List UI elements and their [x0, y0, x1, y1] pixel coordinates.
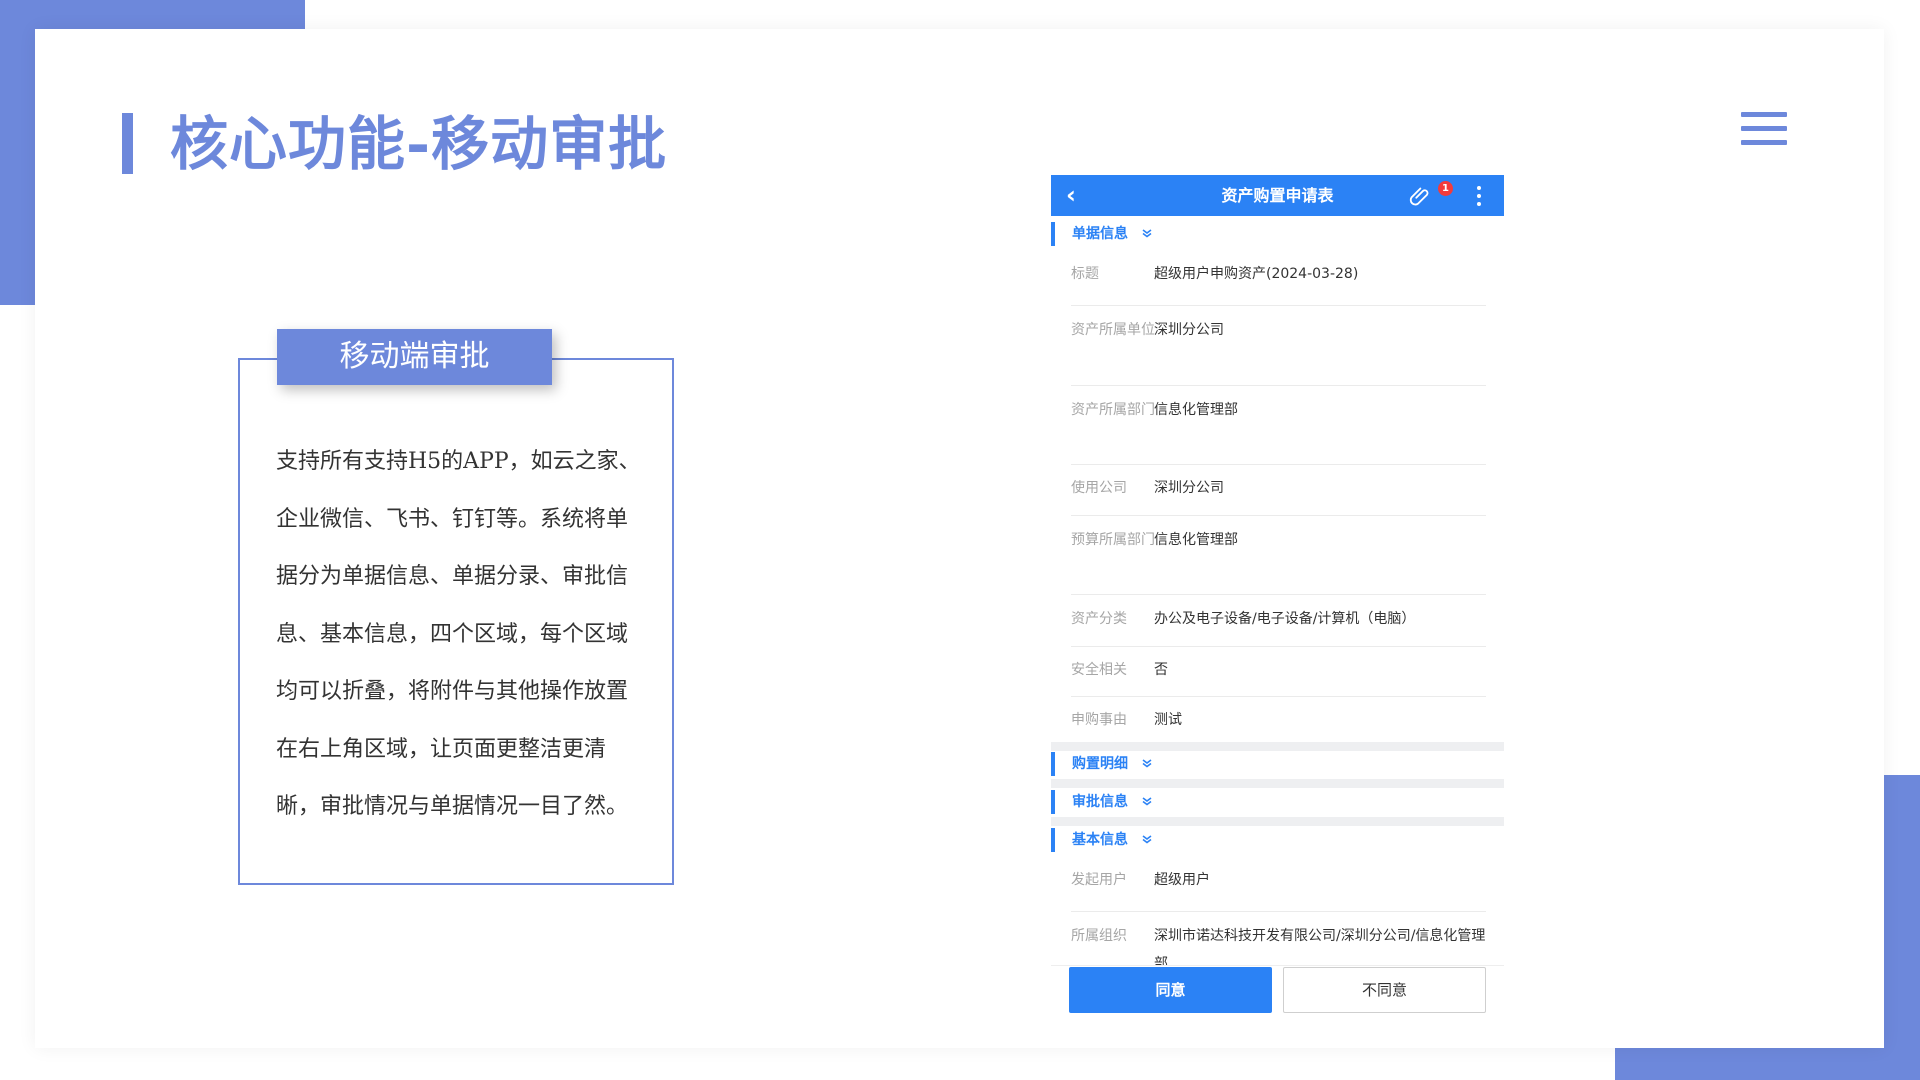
field-label: 资产所属单位 [1071, 322, 1155, 338]
field-value: 信息化管理部 [1154, 532, 1238, 548]
section-approval-info[interactable]: 审批信息 [1051, 789, 1504, 815]
section-doc-info[interactable]: 单据信息 [1051, 221, 1504, 247]
section-purchase-detail[interactable]: 购置明细 [1051, 751, 1504, 777]
disagree-button[interactable]: 不同意 [1283, 967, 1486, 1013]
form-title: 资产购置申请表 [1221, 186, 1334, 205]
back-chevron-icon[interactable]: ‹ [1066, 181, 1076, 209]
field-label: 安全相关 [1071, 662, 1127, 678]
slide-title: 核心功能-移动审批 [170, 110, 668, 178]
chevron-down-icon [1142, 797, 1152, 806]
field-row: 使用公司 深圳分公司 [1071, 465, 1486, 516]
agree-button[interactable]: 同意 [1069, 967, 1272, 1013]
more-vertical-icon[interactable] [1476, 185, 1482, 207]
field-row: 资产所属单位 深圳分公司 [1071, 306, 1486, 386]
field-label: 所属组织 [1071, 928, 1127, 944]
field-row: 标题 超级用户申购资产(2024-03-28) [1071, 255, 1486, 306]
attachment-count-badge: 1 [1438, 181, 1453, 196]
section-title: 审批信息 [1072, 794, 1128, 810]
field-value: 超级用户 [1154, 872, 1210, 888]
field-value: 测试 [1154, 712, 1182, 728]
field-label: 申购事由 [1071, 712, 1127, 728]
field-row: 资产分类 办公及电子设备/电子设备/计算机（电脑） [1071, 595, 1486, 647]
phone-header: 资产购置申请表 ‹ 1 [1051, 175, 1504, 216]
field-row: 申购事由 测试 [1071, 697, 1486, 747]
feature-description: 支持所有支持H5的APP，如云之家、企业微信、飞书、钉钉等。系统将单据分为单据信… [276, 449, 641, 819]
field-value: 超级用户申购资产(2024-03-28) [1154, 266, 1359, 282]
field-label: 资产分类 [1071, 611, 1127, 627]
title-accent-bar [122, 113, 133, 174]
field-value: 否 [1154, 662, 1168, 678]
section-title: 单据信息 [1072, 226, 1128, 242]
hamburger-menu-icon[interactable] [1741, 112, 1787, 146]
field-row: 资产所属部门 信息化管理部 [1071, 386, 1486, 465]
field-value: 深圳分公司 [1154, 322, 1224, 338]
section-divider [1051, 817, 1504, 826]
field-row: 安全相关 否 [1071, 647, 1486, 697]
field-value: 办公及电子设备/电子设备/计算机（电脑） [1154, 611, 1416, 627]
section-title: 购置明细 [1072, 756, 1128, 772]
section-basic-info[interactable]: 基本信息 [1051, 827, 1504, 853]
section-divider [1051, 742, 1504, 751]
field-label: 预算所属部门 [1071, 532, 1155, 548]
paperclip-icon[interactable] [1408, 184, 1430, 206]
field-value: 深圳分公司 [1154, 480, 1224, 496]
section-divider [1051, 779, 1504, 788]
chevron-down-icon [1142, 229, 1152, 238]
field-label: 使用公司 [1071, 480, 1127, 496]
field-row: 预算所属部门 信息化管理部 [1071, 516, 1486, 595]
chevron-down-icon [1142, 759, 1152, 768]
field-value: 信息化管理部 [1154, 402, 1238, 418]
field-label: 资产所属部门 [1071, 402, 1155, 418]
field-row: 所属组织 深圳市诺达科技开发有限公司/深圳分公司/信息化管理部 [1071, 912, 1486, 972]
feature-box-label: 移动端审批 [277, 329, 552, 385]
section-title: 基本信息 [1072, 832, 1128, 848]
field-label: 标题 [1071, 266, 1099, 282]
field-label: 发起用户 [1071, 872, 1127, 888]
field-row: 发起用户 超级用户 [1071, 861, 1486, 912]
chevron-down-icon [1142, 835, 1152, 844]
mobile-approval-screen: 资产购置申请表 ‹ 1 单据信息 标题 超级用户申购资产(2024-03-28)… [1051, 175, 1504, 1015]
